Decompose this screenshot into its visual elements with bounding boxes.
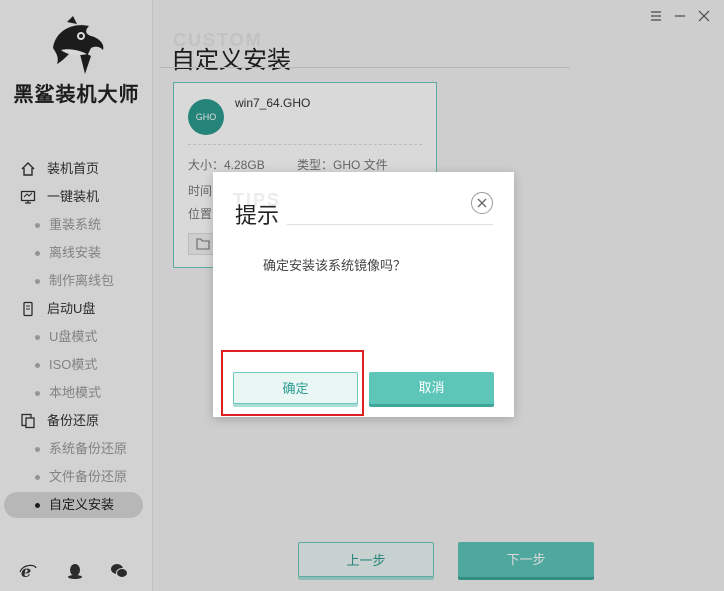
dialog-title: 提示 [235,204,280,229]
cancel-button[interactable]: 取消 [369,372,494,404]
dialog-title-divider [287,224,493,225]
confirm-button[interactable]: 确定 [233,372,358,404]
dialog-close-icon[interactable] [470,191,494,215]
dialog-message: 确定安装该系统镜像吗？ [263,258,407,273]
confirm-dialog: TIPS 提示 确定安装该系统镜像吗？ 确定 取消 [213,172,514,417]
